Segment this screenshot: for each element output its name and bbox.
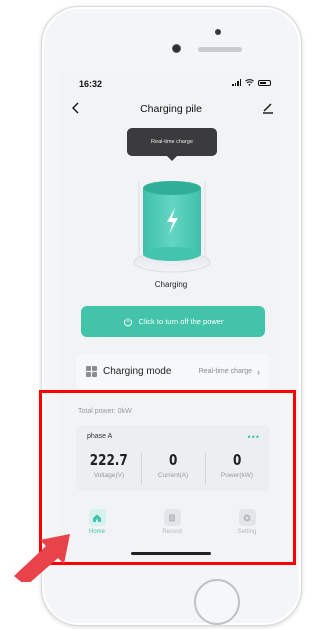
nav-bar: Charging pile	[61, 99, 281, 121]
grid-icon	[86, 366, 97, 377]
chevron-right-icon: ›	[257, 366, 260, 377]
charging-battery-icon	[133, 181, 211, 273]
page-title: Charging pile	[140, 103, 202, 115]
power-icon	[123, 317, 132, 326]
front-camera	[172, 44, 181, 53]
wifi-icon	[245, 79, 254, 86]
charging-status: Charging	[154, 280, 188, 289]
power-button-label: Click to turn off the power	[138, 317, 224, 326]
charging-mode-label: Charging mode	[103, 366, 172, 377]
signal-icon	[232, 79, 241, 86]
status-time: 16:32	[79, 79, 103, 89]
charging-mode-value: Real-time charge	[198, 368, 252, 375]
status-bar: 16:32	[61, 71, 281, 93]
turn-off-power-button[interactable]: Click to turn off the power	[81, 306, 265, 337]
earpiece-speaker	[198, 47, 242, 52]
pointer-arrow-icon	[14, 534, 70, 582]
home-hardware-button[interactable]	[194, 579, 240, 625]
realtime-tooltip: Real-time charge	[127, 128, 217, 161]
battery-icon	[258, 79, 271, 86]
sensor-dot	[215, 29, 221, 35]
status-icons	[232, 79, 271, 86]
charging-mode-row[interactable]: Charging mode Real-time charge ›	[76, 354, 270, 389]
edit-icon[interactable]	[261, 101, 275, 115]
